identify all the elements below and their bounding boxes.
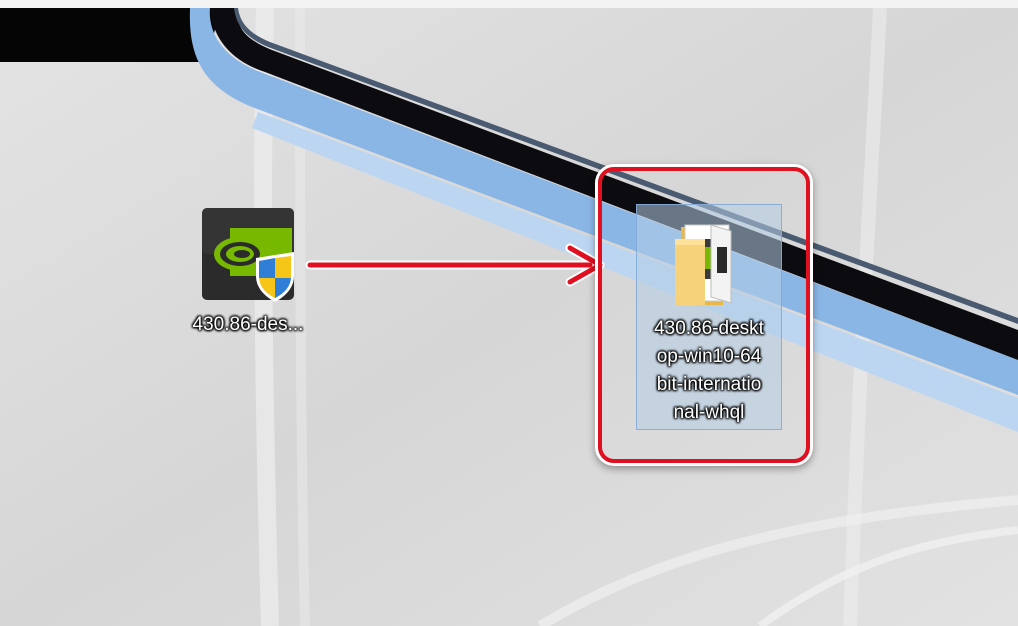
annotation-arrow	[305, 243, 605, 287]
annotation-highlight-box	[598, 167, 810, 463]
nvidia-installer-icon	[200, 206, 296, 302]
nvidia-installer-desktop-icon[interactable]: 430.86-des...	[178, 206, 318, 337]
desktop-wallpaper	[0, 0, 1018, 626]
desktop[interactable]: 430.86-des... 430.86-deskt op-win10-64 b…	[0, 0, 1018, 626]
installer-label: 430.86-des...	[192, 314, 304, 335]
